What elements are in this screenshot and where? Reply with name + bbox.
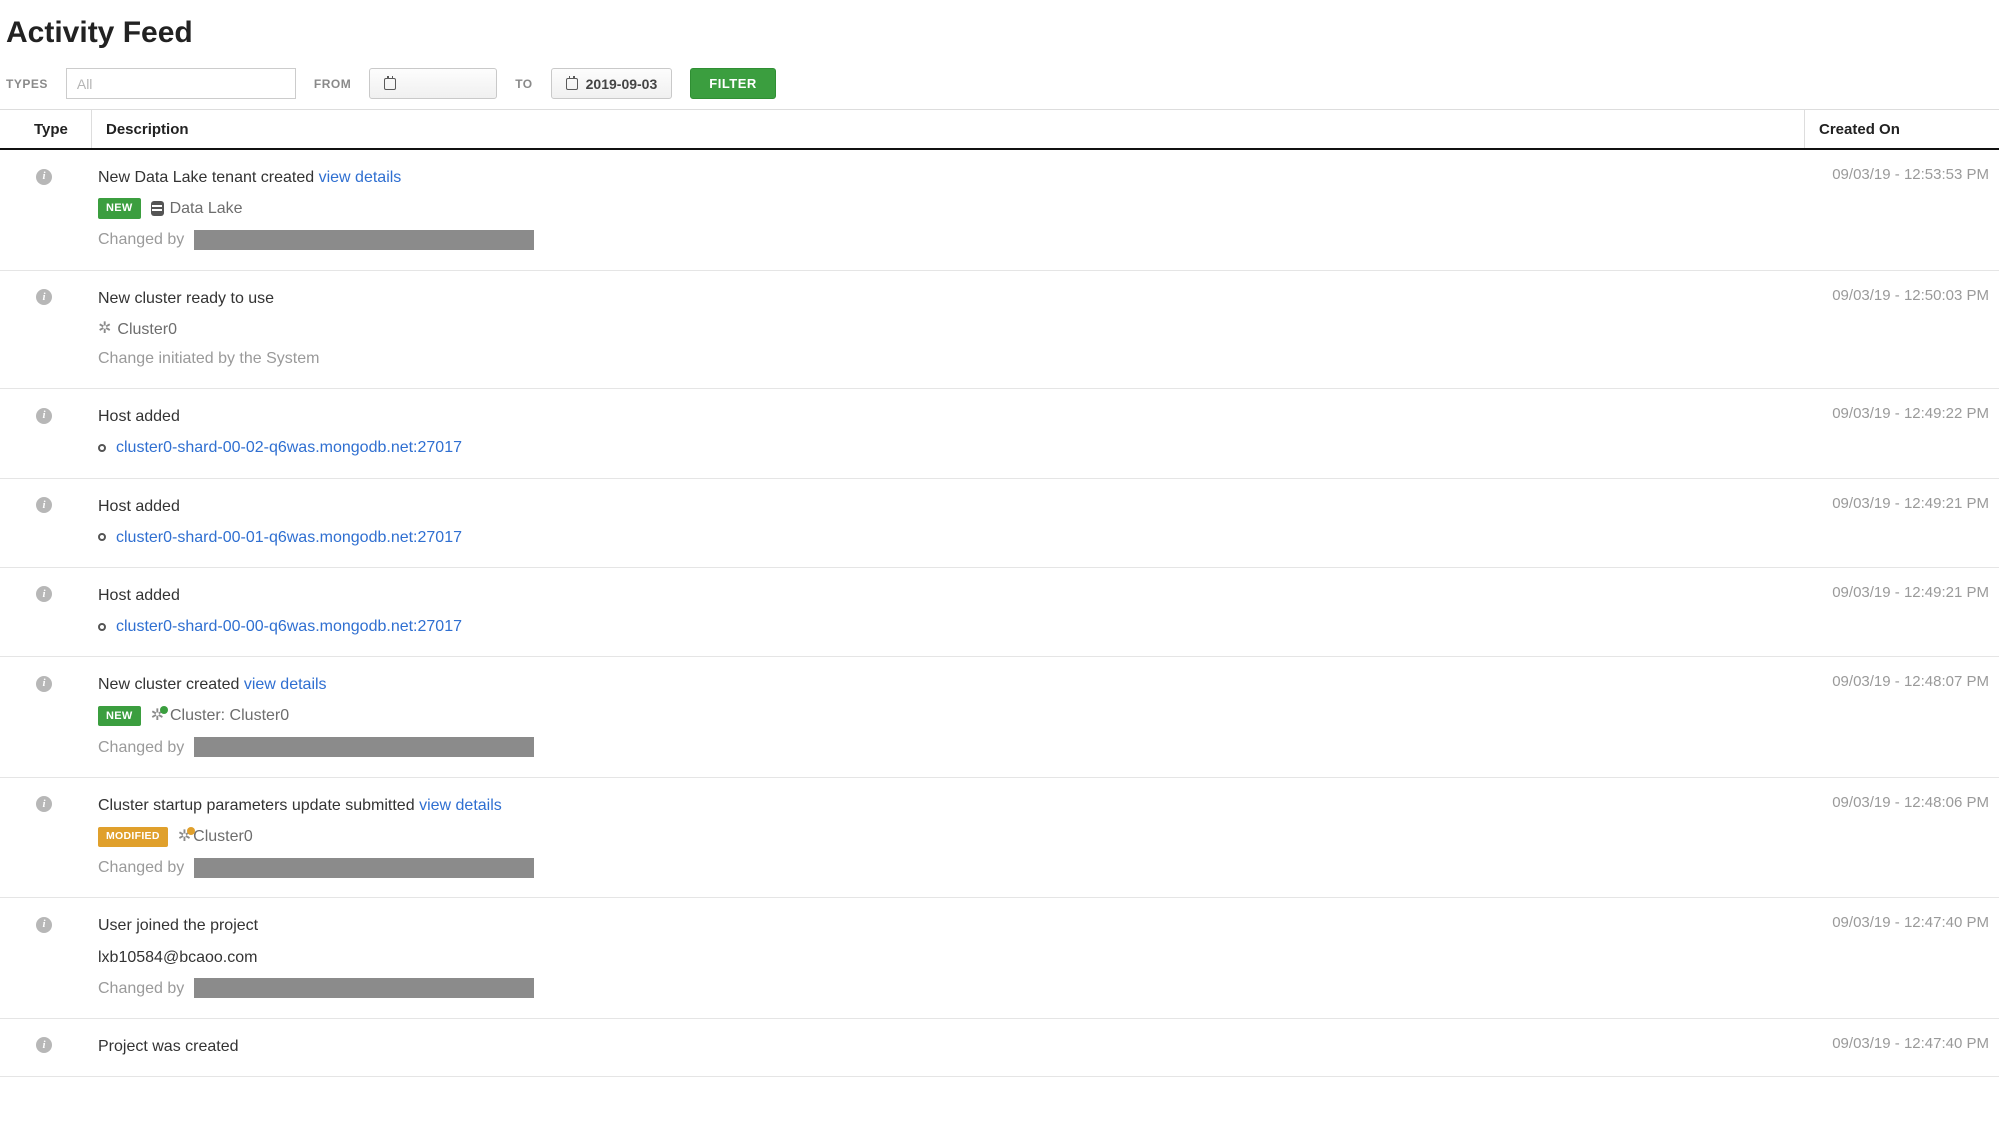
gear-new-icon: ✲ (151, 708, 164, 724)
row-title: Host added (98, 498, 180, 515)
row-title: New Data Lake tenant created (98, 169, 314, 186)
col-header-type: Type (0, 110, 92, 148)
host-link[interactable]: cluster0-shard-00-00-q6was.mongodb.net:2… (116, 613, 462, 640)
filter-button[interactable]: FILTER (690, 68, 776, 99)
to-date-picker[interactable]: 2019-09-03 (551, 68, 673, 99)
row-created: 09/03/19 - 12:50:03 PM (1804, 285, 1999, 373)
entity-label: ✲Cluster0 (98, 316, 177, 343)
info-icon[interactable]: i (36, 289, 52, 305)
info-icon[interactable]: i (36, 586, 52, 602)
to-date-value: 2019-09-03 (586, 76, 658, 92)
system-change-note: Change initiated by the System (98, 345, 1804, 372)
redacted-user (194, 230, 534, 250)
view-details-link[interactable]: view details (419, 797, 502, 814)
changed-by-label: Changed by (98, 226, 184, 253)
status-badge: MODIFIED (98, 827, 168, 847)
view-details-link[interactable]: view details (319, 169, 402, 186)
redacted-user (194, 978, 534, 998)
redacted-user (194, 737, 534, 757)
info-icon[interactable]: i (36, 917, 52, 933)
view-details-link[interactable]: view details (244, 676, 327, 693)
row-title: New cluster ready to use (98, 290, 274, 307)
node-dot-icon (98, 444, 106, 452)
row-created: 09/03/19 - 12:48:06 PM (1804, 792, 1999, 882)
changed-by-label: Changed by (98, 975, 184, 1002)
row-subtext: lxb10584@bcaoo.com (98, 944, 257, 971)
info-icon[interactable]: i (36, 497, 52, 513)
col-header-created: Created On (1804, 110, 1999, 148)
table-row: i Host added cluster0-shard-00-01-q6was.m… (0, 479, 1999, 568)
entity-label: ✲Cluster: Cluster0 (151, 702, 290, 729)
host-link[interactable]: cluster0-shard-00-02-q6was.mongodb.net:2… (116, 434, 462, 461)
gear-icon: ✲ (98, 321, 111, 337)
filter-bar: TYPES FROM TO 2019-09-03 FILTER (0, 68, 1999, 109)
table-row: i Host added cluster0-shard-00-00-q6was.m… (0, 568, 1999, 657)
row-title: Host added (98, 587, 180, 604)
row-title: User joined the project (98, 917, 258, 934)
calendar-icon (384, 78, 396, 90)
table-row: i User joined the project lxb10584@bcaoo.c… (0, 898, 1999, 1019)
gear-modified-icon: ✲ (178, 829, 191, 845)
row-created: 09/03/19 - 12:53:53 PM (1804, 164, 1999, 254)
status-badge: NEW (98, 198, 141, 219)
row-created: 09/03/19 - 12:49:21 PM (1804, 582, 1999, 640)
types-label: TYPES (6, 77, 48, 91)
changed-by-label: Changed by (98, 734, 184, 761)
row-created: 09/03/19 - 12:49:22 PM (1804, 403, 1999, 461)
types-input[interactable] (66, 68, 296, 99)
from-date-picker[interactable] (369, 68, 497, 99)
row-title: Host added (98, 408, 180, 425)
database-icon (151, 201, 164, 216)
row-title: New cluster created (98, 676, 239, 693)
table-row: i Project was created 09/03/19 - 12:47:40 … (0, 1019, 1999, 1077)
entity-label: Data Lake (151, 195, 243, 222)
info-icon[interactable]: i (36, 1037, 52, 1053)
node-dot-icon (98, 533, 106, 541)
calendar-icon (566, 78, 578, 90)
table-row: i New cluster ready to use ✲Cluster0Change… (0, 271, 1999, 390)
page-title: Activity Feed (0, 0, 1999, 68)
feed-grid: Type Description Created On i New Data La… (0, 109, 1999, 1077)
status-badge: NEW (98, 706, 141, 727)
table-row: i New cluster created view details NEW ✲Clu… (0, 657, 1999, 778)
col-header-desc: Description (92, 110, 1804, 148)
info-icon[interactable]: i (36, 676, 52, 692)
info-icon[interactable]: i (36, 169, 52, 185)
to-label: TO (515, 77, 532, 91)
row-created: 09/03/19 - 12:47:40 PM (1804, 912, 1999, 1002)
table-row: i New Data Lake tenant created view detai… (0, 150, 1999, 271)
row-title: Cluster startup parameters update submit… (98, 797, 415, 814)
node-dot-icon (98, 623, 106, 631)
entity-label: ✲Cluster0 (178, 823, 253, 850)
row-created: 09/03/19 - 12:47:40 PM (1804, 1033, 1999, 1060)
info-icon[interactable]: i (36, 796, 52, 812)
row-created: 09/03/19 - 12:48:07 PM (1804, 671, 1999, 761)
info-icon[interactable]: i (36, 408, 52, 424)
table-header: Type Description Created On (0, 110, 1999, 150)
table-row: i Cluster startup parameters update submi… (0, 778, 1999, 899)
changed-by-label: Changed by (98, 854, 184, 881)
row-created: 09/03/19 - 12:49:21 PM (1804, 493, 1999, 551)
host-link[interactable]: cluster0-shard-00-01-q6was.mongodb.net:2… (116, 524, 462, 551)
row-title: Project was created (98, 1038, 239, 1055)
from-label: FROM (314, 77, 351, 91)
redacted-user (194, 858, 534, 878)
table-row: i Host added cluster0-shard-00-02-q6was.m… (0, 389, 1999, 478)
